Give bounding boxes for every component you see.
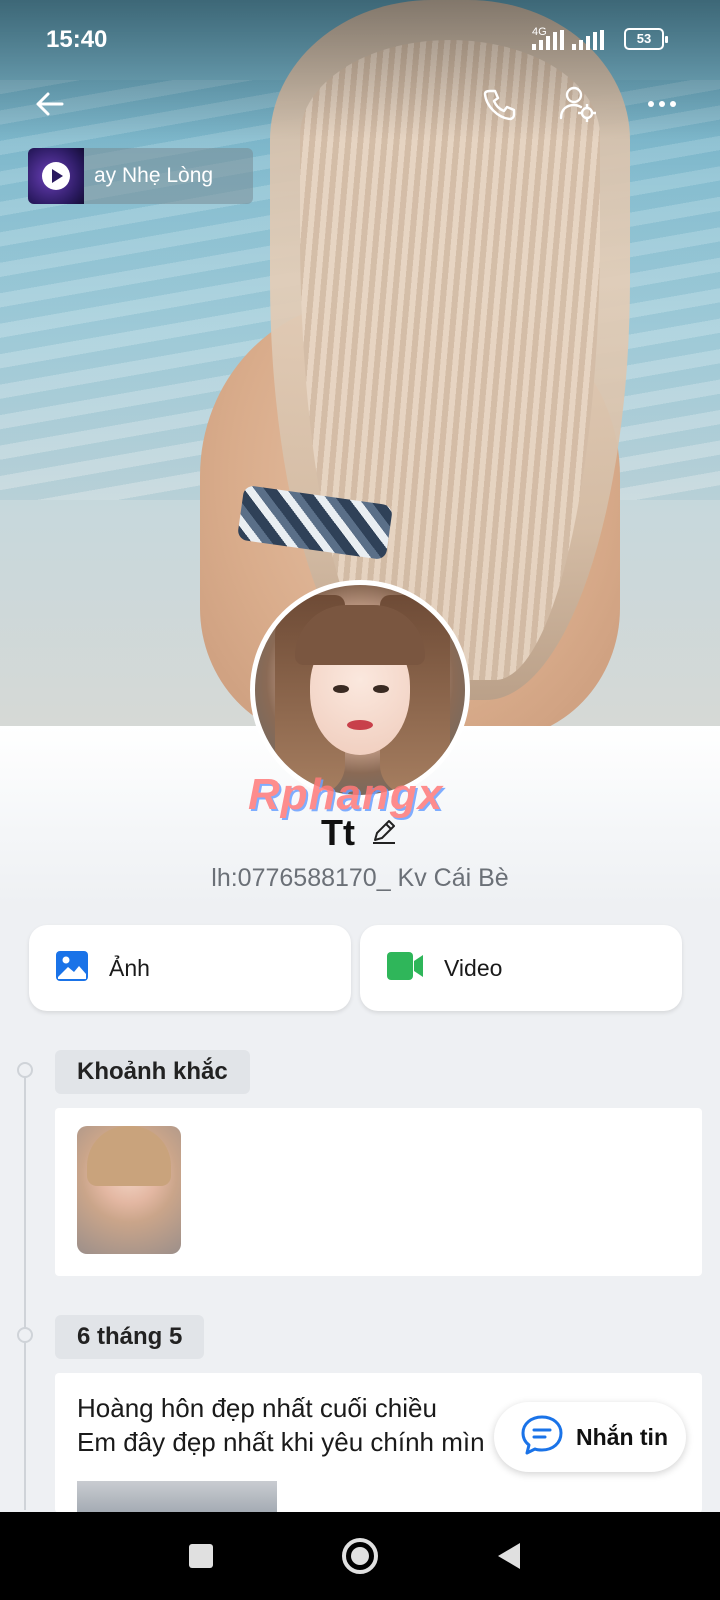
post-line-1: Hoàng hôn đẹp nhất cuối chiều [77,1393,437,1423]
message-button[interactable]: Nhắn tin [494,1402,686,1472]
battery-icon: 53 [624,28,668,50]
square-icon[interactable] [161,1512,241,1600]
photos-label: Ảnh [109,954,150,981]
avatar-eye-left [333,685,349,693]
signal-icon [532,30,564,50]
post-line-2: Em đây đẹp nhất khi yêu chính mìn [77,1427,485,1457]
moment-thumbnail[interactable] [77,1126,181,1254]
date-chip: 6 tháng 5 [55,1315,205,1359]
videos-button[interactable]: Video [360,925,682,1011]
photos-button[interactable]: Ảnh [29,925,351,1011]
post-text: Hoàng hôn đẹp nhất cuối chiều Em đây đẹp… [77,1391,497,1459]
message-label: Nhắn tin [576,1423,668,1450]
triangle-back-icon[interactable] [469,1512,549,1600]
avatar[interactable] [250,580,470,800]
pencil-icon[interactable] [369,816,399,851]
chat-bubble-icon [520,1413,564,1462]
music-thumbnail [28,148,84,204]
moment-thumb-hair [87,1126,171,1186]
more-horizontal-icon[interactable] [640,82,684,126]
timeline-dot [17,1062,33,1078]
system-nav-bar [0,1512,720,1600]
timeline-line [24,1070,26,1510]
signal-icon-2 [572,30,604,50]
moments-card[interactable] [55,1108,702,1276]
moments-chip: Khoảnh khắc [55,1050,250,1094]
status-time: 15:40 [46,26,108,53]
name-row: Tt [0,812,720,854]
profile-name: Tt [321,812,355,853]
avatar-eye-right [373,685,389,693]
timeline-dot [17,1327,33,1343]
profile-bio: lh:0776588170_ Kv Cái Bè [211,864,509,892]
music-player[interactable]: ay Nhẹ Lòng [28,148,253,204]
phone-icon[interactable] [478,82,522,126]
avatar-lips [347,720,373,730]
circle-icon[interactable] [320,1512,400,1600]
arrow-left-icon[interactable] [28,82,72,126]
music-title: ay Nhẹ Lòng [94,164,214,187]
videos-label: Video [444,954,503,981]
user-gear-icon[interactable] [556,82,600,126]
play-icon[interactable] [42,162,70,190]
image-icon [55,949,89,988]
status-bar: 15:40 4G 53 [0,0,720,80]
video-camera-icon [386,950,424,987]
